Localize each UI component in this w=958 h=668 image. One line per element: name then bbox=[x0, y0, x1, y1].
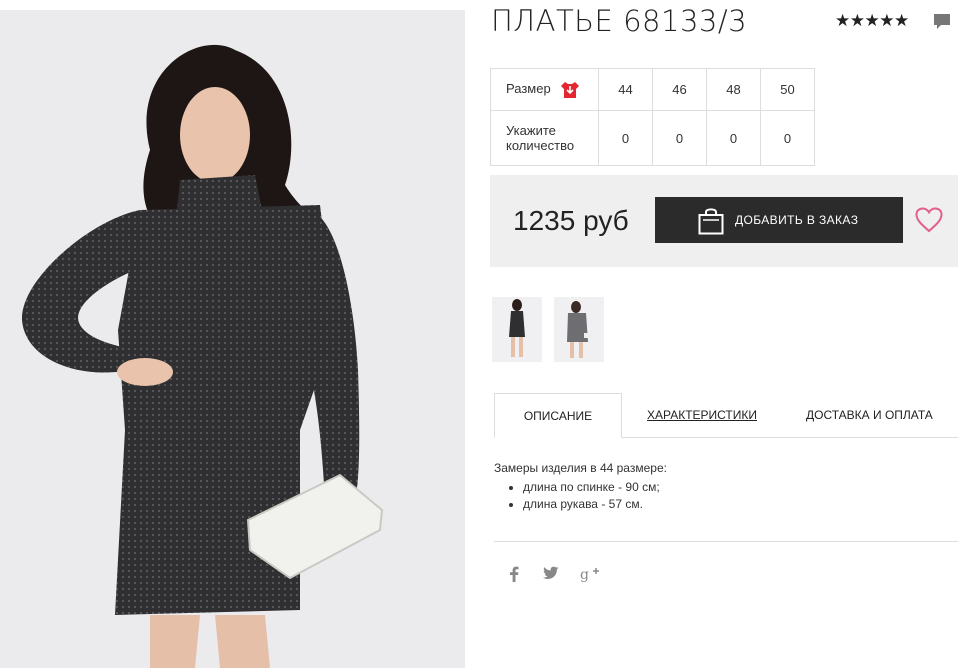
product-tabs: ОПИСАНИЕ ХАРАКТЕРИСТИКИ ДОСТАВКА И ОПЛАТ… bbox=[494, 393, 958, 438]
quantity-input-44[interactable]: 0 bbox=[598, 110, 653, 166]
thumbnail-1[interactable] bbox=[492, 297, 542, 362]
description-intro: Замеры изделия в 44 размере: bbox=[494, 461, 667, 475]
quantity-input-50[interactable]: 0 bbox=[760, 110, 815, 166]
comment-icon[interactable] bbox=[933, 13, 951, 31]
size-label: Размер bbox=[506, 81, 551, 97]
size-chart-icon[interactable] bbox=[561, 81, 580, 98]
size-header-cell: Размер bbox=[490, 68, 599, 111]
size-44: 44 bbox=[598, 68, 653, 111]
size-46: 46 bbox=[652, 68, 707, 111]
heart-icon[interactable] bbox=[915, 207, 943, 233]
google-plus-icon[interactable]: g bbox=[580, 566, 600, 585]
tab-description[interactable]: ОПИСАНИЕ bbox=[494, 393, 622, 438]
thumbnail-1-image bbox=[509, 299, 525, 357]
description-list: длина по спинке - 90 см; длина рукава - … bbox=[494, 479, 667, 513]
divider bbox=[494, 541, 958, 542]
twitter-icon[interactable] bbox=[543, 566, 559, 583]
product-price: 1235 руб bbox=[513, 205, 629, 236]
quantity-label-line1: Укажите bbox=[506, 123, 556, 138]
product-main-photo[interactable] bbox=[0, 10, 465, 668]
svg-text:g: g bbox=[580, 567, 589, 582]
quantity-label-line2: количество bbox=[506, 138, 575, 153]
quantity-input-48[interactable]: 0 bbox=[706, 110, 761, 166]
tab-characteristics[interactable]: ХАРАКТЕРИСТИКИ bbox=[647, 393, 757, 437]
quantity-input-46[interactable]: 0 bbox=[652, 110, 707, 166]
add-to-order-label: ДОБАВИТЬ В ЗАКАЗ bbox=[735, 213, 859, 227]
add-to-order-button[interactable]: ДОБАВИТЬ В ЗАКАЗ bbox=[655, 197, 903, 243]
size-table: Размер 44 46 48 50 Укажите количество 0 … bbox=[490, 68, 815, 166]
price-box: 1235 руб ДОБАВИТЬ В ЗАКАЗ bbox=[490, 175, 958, 267]
quantity-label-cell: Укажите количество bbox=[490, 110, 599, 166]
facebook-icon[interactable] bbox=[509, 566, 519, 585]
description-item: длина по спинке - 90 см; bbox=[523, 479, 667, 496]
rating-stars[interactable]: ★★★★★ bbox=[835, 11, 909, 31]
bag-icon bbox=[698, 208, 724, 235]
size-48: 48 bbox=[706, 68, 761, 111]
thumbnail-2-image bbox=[567, 301, 592, 358]
size-50: 50 bbox=[760, 68, 815, 111]
dress-model-illustration bbox=[21, 44, 384, 668]
tab-delivery[interactable]: ДОСТАВКА И ОПЛАТА bbox=[806, 393, 933, 437]
product-title: ПЛАТЬЕ 68133/3 bbox=[491, 4, 748, 38]
description-item: длина рукава - 57 см. bbox=[523, 496, 667, 513]
thumbnail-2[interactable] bbox=[554, 297, 604, 362]
description-content: Замеры изделия в 44 размере: длина по сп… bbox=[494, 460, 667, 513]
